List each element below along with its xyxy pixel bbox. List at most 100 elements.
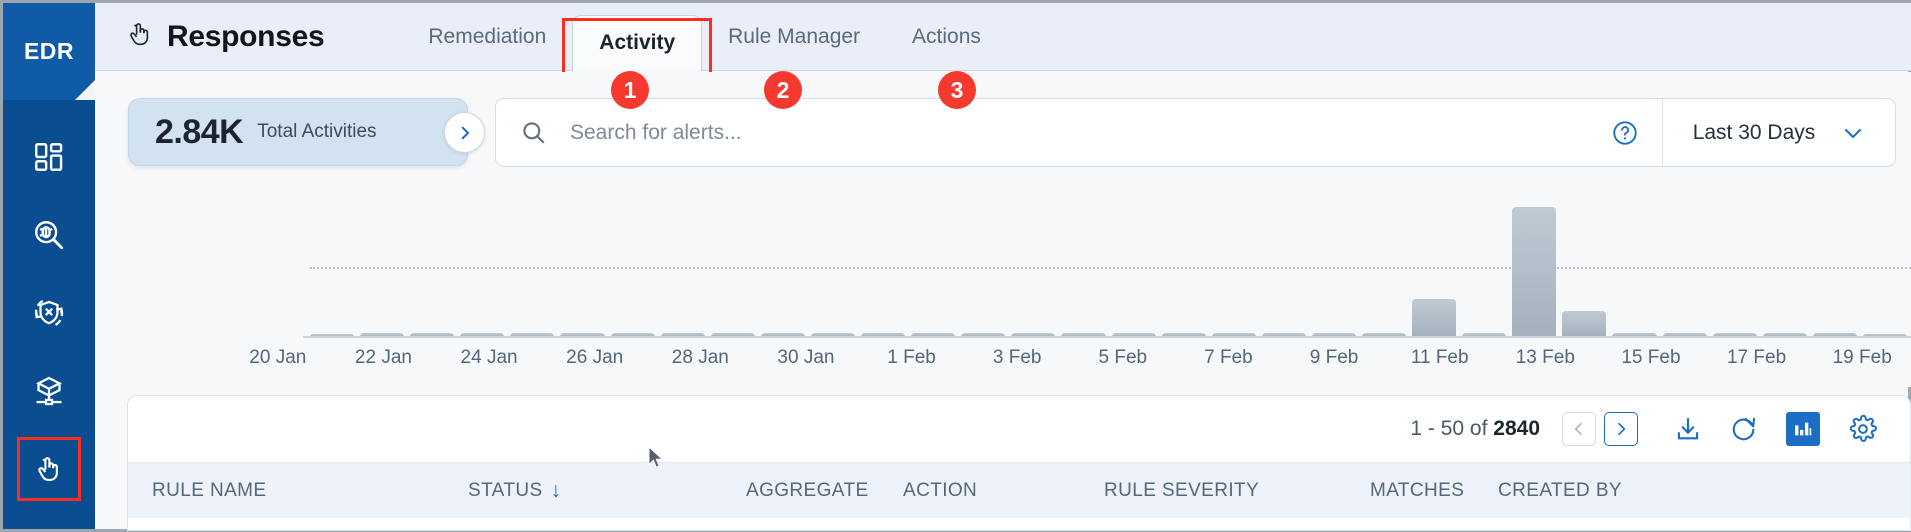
tab-bar: Remediation Activity Rule Manager Action… [402,3,1007,84]
gear-icon [1849,414,1877,442]
table-column-header[interactable]: CREATED BY [1498,480,1622,502]
tab-label: Rule Manager [728,24,861,48]
chart-bar[interactable] [1412,298,1457,337]
chevron-down-icon [1845,128,1862,138]
search-input[interactable] [570,120,1588,145]
total-activities-card[interactable]: 2.84K Total Activities [128,98,485,166]
x-axis-tick-label: 24 Jan [460,347,518,368]
kpi-value: 2.84K [155,112,244,151]
active-highlight-box [17,437,81,501]
activity-histogram: 20 Jan 22 Jan 24 Jan 26 Jan 28 Jan 30 Jan 1 Fe… [95,187,1911,387]
table-column-header[interactable]: ACTION [903,480,977,502]
shield-refresh-icon [32,296,66,330]
date-range-selector[interactable]: Last 30 Days [1662,99,1895,166]
column-header-label: STATUS [468,479,543,501]
table-column-header[interactable]: AGGREGATE [746,480,869,502]
callout-marker-3: 3 [938,71,976,109]
kpi-label: Total Activities [257,121,377,142]
table-header-row: RULE NAME STATUS ↓ AGGREGATE ACTION RULE SEVE… [128,462,1910,518]
download-icon [1677,418,1699,440]
tab-actions[interactable]: Actions [886,3,1007,71]
column-header-label: MATCHES [1370,479,1465,501]
help-button[interactable] [1588,119,1662,147]
app-window: EDR Responses Remediation Activity Rule … [0,0,1911,532]
x-axis-tick-label: 9 Feb [1309,347,1359,368]
x-axis-tick-label: 17 Feb [1726,347,1787,368]
sidebar-item-hunting[interactable] [3,196,95,274]
package-network-icon [32,374,66,408]
x-axis-tick-label: 26 Jan [566,347,624,368]
table-column-header[interactable]: MATCHES [1370,480,1464,502]
brand-label: EDR [23,38,75,64]
tab-remediation[interactable]: Remediation [402,3,572,71]
sidebar-item-responses[interactable] [3,430,95,508]
column-header-label: AGGREGATE [746,479,869,501]
page-title: Responses [167,19,325,53]
mouse-cursor [648,445,666,475]
kpi-expand-button[interactable] [444,112,485,153]
tab-label: Remediation [428,24,547,48]
column-header-label: CREATED BY [1498,479,1623,501]
x-axis-tick-label: 19 Feb [1832,347,1892,368]
sidebar-item-assets[interactable] [3,352,95,430]
page-title-group: Responses [125,19,325,54]
sort-arrow-icon[interactable]: ↓ [551,479,562,503]
table-column-header[interactable]: STATUS ↓ [468,479,561,503]
chart-bars[interactable] [310,197,1907,337]
table-toolbar: 1 - 50 of 2840 [128,396,1910,462]
question-circle-icon [1613,120,1637,145]
chevron-left-icon [1574,422,1582,436]
chart-x-axis-labels: 20 Jan 22 Jan 24 Jan 26 Jan 28 Jan 30 Jan 1 Fe… [225,347,1911,369]
tab-activity[interactable]: Activity [562,14,713,84]
chart-toggle-button[interactable] [1786,412,1820,446]
hand-pointer-icon [125,19,155,54]
x-axis-tick-label: 20 Jan [249,347,307,368]
tab-rule-manager[interactable]: Rule Manager [702,3,886,71]
chevron-right-icon [1618,422,1626,436]
chart-bar[interactable] [1512,207,1557,337]
next-page-button[interactable] [1604,412,1638,446]
x-axis-tick-label: 28 Jan [671,347,729,368]
sidebar-item-incidents[interactable] [3,274,95,352]
tab-label: Actions [912,24,981,48]
chart-bar[interactable] [1562,311,1607,337]
column-header-label: RULE SEVERITY [1104,479,1260,501]
filter-toolbar: 2.84K Total Activities Search for alerts… [95,72,1911,187]
left-nav-rail: EDR [3,3,95,529]
x-axis-tick-label: 13 Feb [1515,347,1575,368]
x-axis-tick-label: 5 Feb [1098,347,1148,368]
brand-logo[interactable]: EDR [3,3,95,100]
x-axis-tick-label: 30 Jan [777,347,835,368]
chart-bar-icon [1795,422,1812,436]
pagination-summary: 1 - 50 of 2840 [1410,417,1540,441]
refresh-button[interactable] [1730,415,1758,443]
column-header-label: ACTION [903,479,978,501]
callout-marker-2: 2 [764,71,802,109]
chart-axis-line [303,336,1911,338]
x-axis-tick-label: 22 Jan [354,347,412,368]
table-column-header[interactable]: RULE SEVERITY [1104,480,1259,502]
column-header-label: RULE NAME [152,479,267,501]
dashboard-icon [32,140,66,174]
prev-page-button[interactable] [1562,412,1596,446]
download-button[interactable] [1674,415,1702,443]
callout-marker-1: 1 [611,71,649,109]
sidebar-item-dashboard[interactable] [3,118,95,196]
activity-table-panel: 1 - 50 of 2840 RULE NAME STATUS ↓ AGGREG… [127,395,1911,531]
x-axis-tick-label: 7 Feb [1204,347,1253,368]
chart-plot-area [225,197,1911,338]
pagination-range: 1 - 50 of [1410,417,1488,440]
x-axis-tick-label: 11 Feb [1410,347,1469,368]
settings-button[interactable] [1848,414,1878,444]
x-axis-tick-label: 3 Feb [992,347,1042,368]
refresh-icon [1732,417,1756,441]
date-range-label: Last 30 Days [1692,120,1816,144]
x-axis-tick-label: 15 Feb [1621,347,1681,368]
search-icon [496,119,570,146]
search-bar[interactable]: Last 30 Days [495,98,1896,167]
table-column-header[interactable]: RULE NAME [152,480,266,502]
page-header: Responses Remediation Activity Rule Mana… [95,3,1911,84]
x-axis-tick-label: 1 Feb [887,347,936,368]
pagination-total: 2840 [1493,417,1540,440]
bug-search-icon [32,218,66,252]
